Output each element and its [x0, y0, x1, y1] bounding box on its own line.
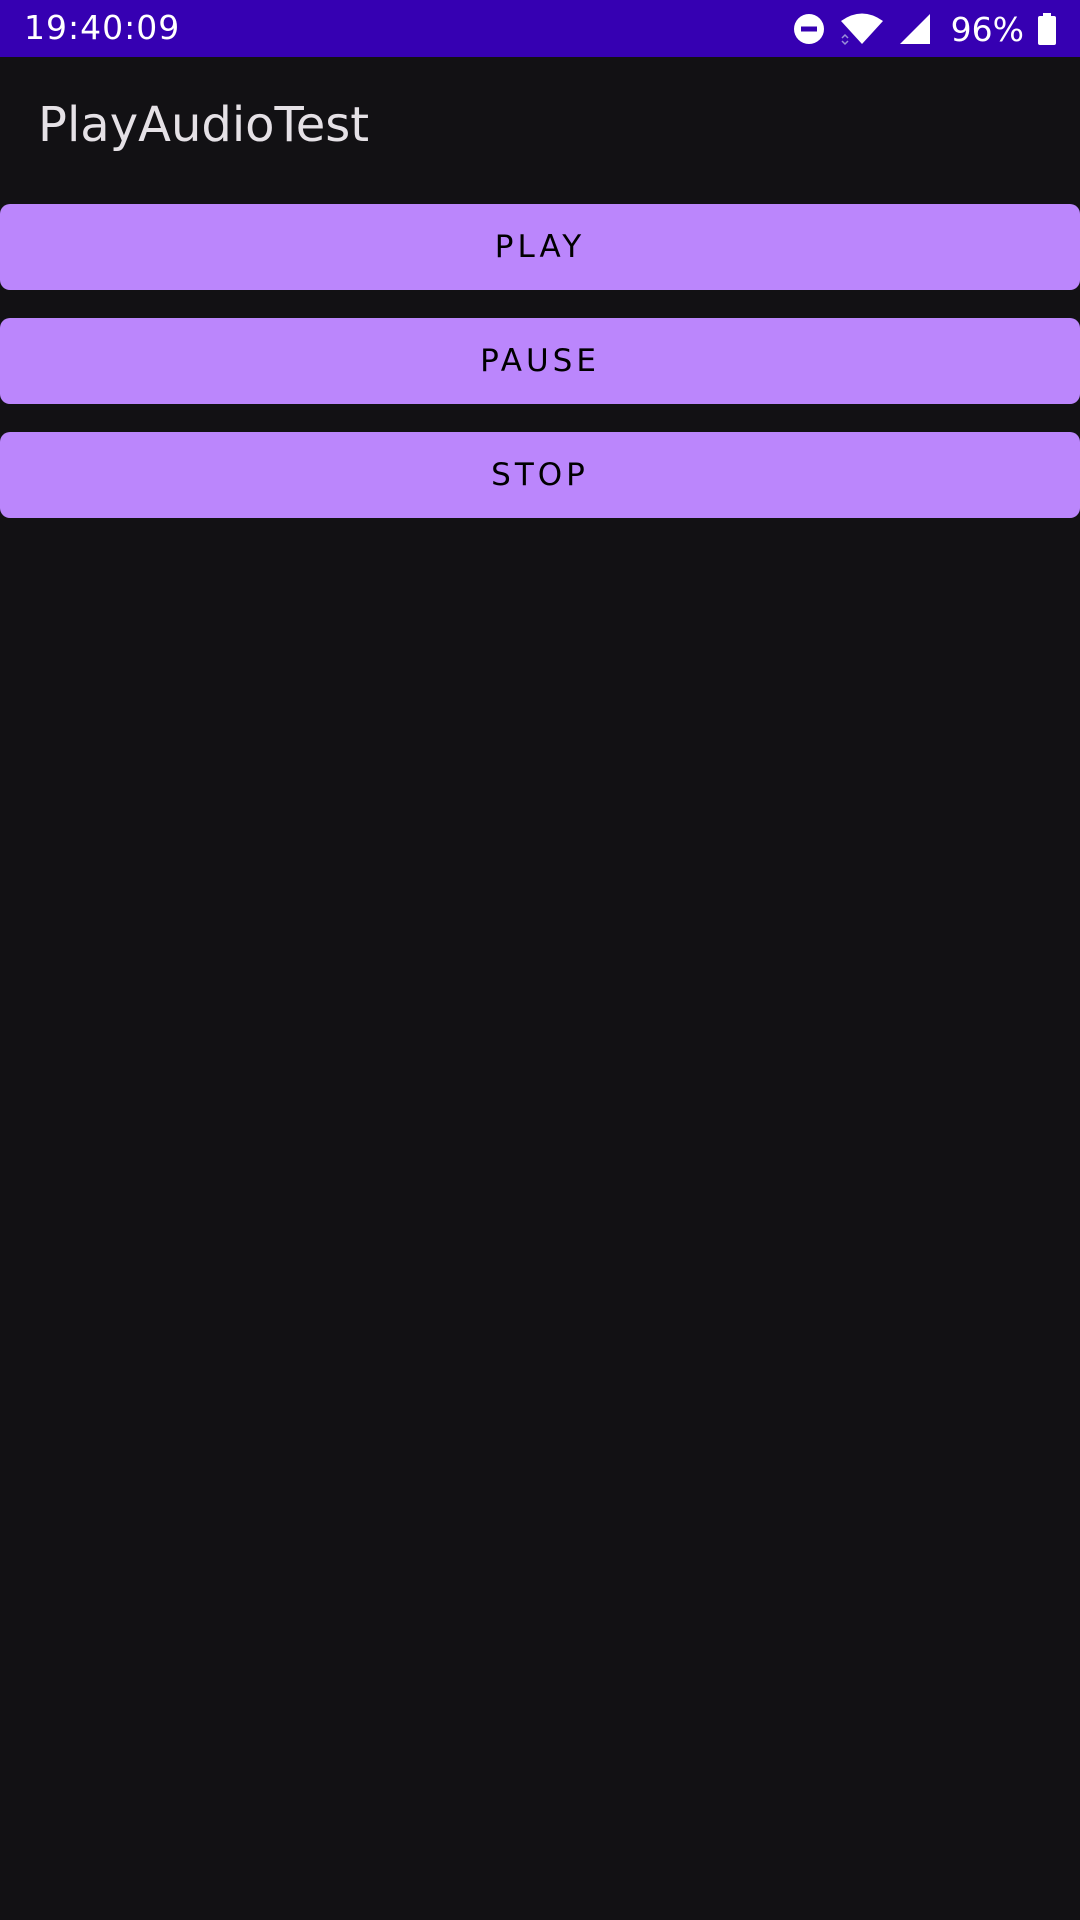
do-not-disturb-icon	[793, 13, 825, 45]
stop-button[interactable]: STOP	[0, 432, 1080, 518]
wifi-icon	[839, 12, 885, 46]
cell-signal-icon	[899, 13, 931, 45]
page-title: PlayAudioTest	[38, 97, 370, 153]
status-time: 19:40:09	[24, 8, 181, 47]
battery-percent: 96%	[950, 9, 1024, 49]
play-button[interactable]: PLAY	[0, 204, 1080, 290]
pause-button[interactable]: PAUSE	[0, 318, 1080, 404]
status-icons: 96%	[793, 9, 1056, 49]
status-bar: 19:40:09 96%	[0, 0, 1080, 57]
app-bar: PlayAudioTest	[0, 57, 1080, 193]
battery-icon	[1038, 13, 1056, 45]
